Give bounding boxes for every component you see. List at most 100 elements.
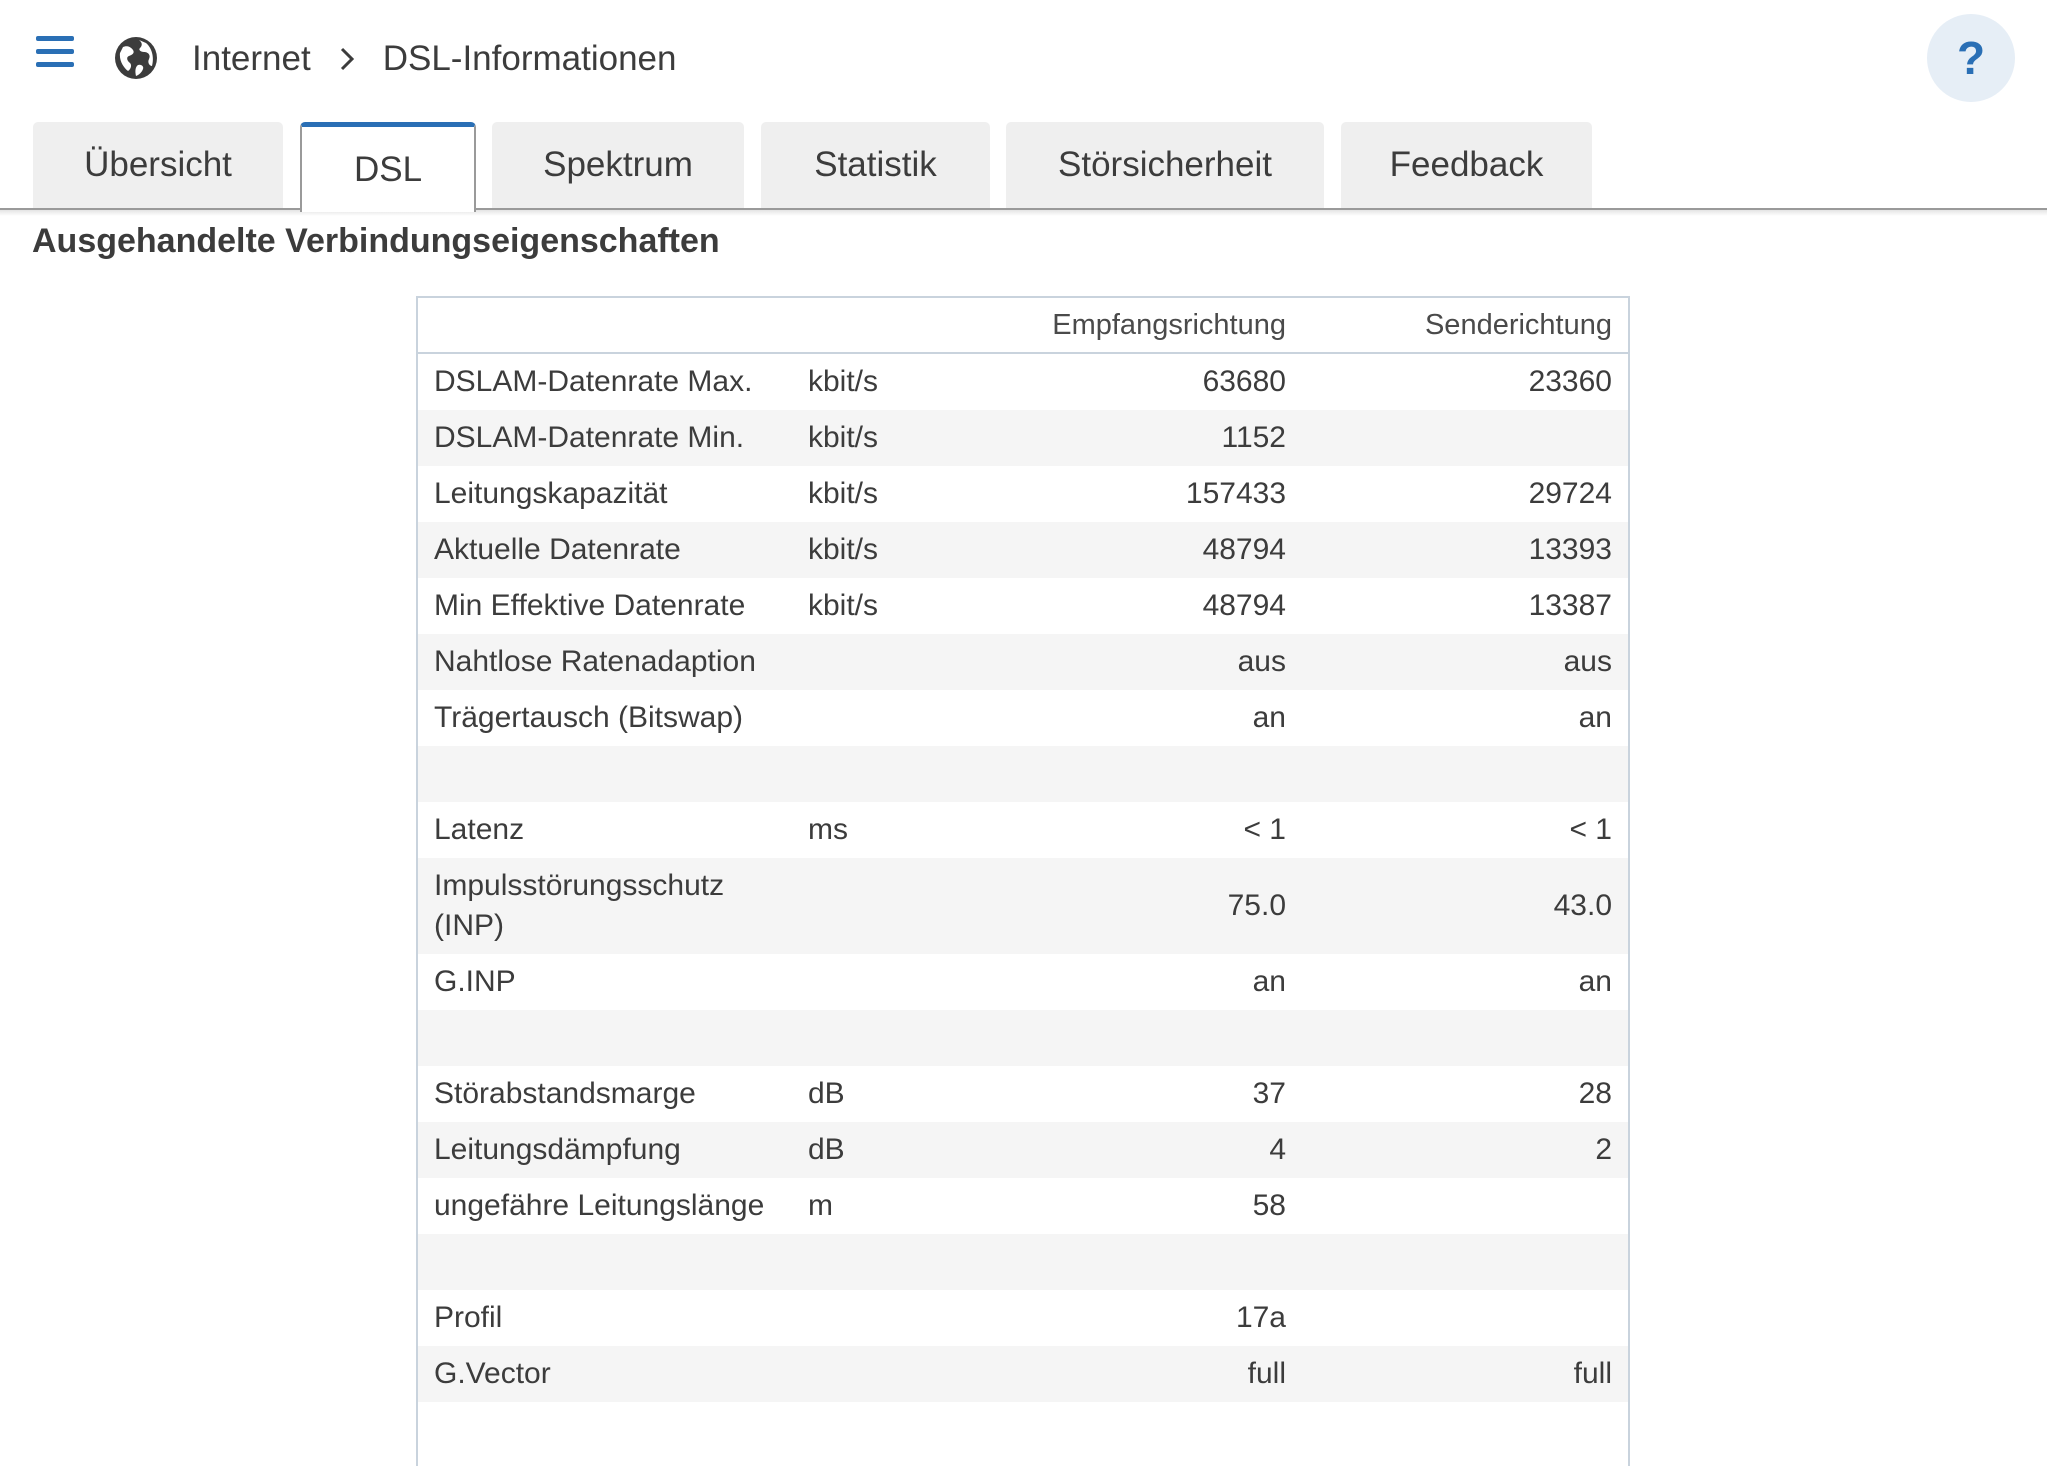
row-value-empfangsrichtung: 157433 <box>1185 477 1286 510</box>
row-unit: m <box>808 1189 833 1222</box>
row-value-senderichtung: an <box>1578 965 1612 998</box>
tab-bar: Übersicht DSL Spektrum Statistik Störsic… <box>0 118 2047 216</box>
row-unit <box>808 746 968 802</box>
table-row: Störabstandsmarge dB 37 28 <box>418 1066 1628 1122</box>
table-header-row: Empfangsrichtung Senderichtung <box>418 298 1628 354</box>
row-value-senderichtung: 28 <box>1578 1077 1612 1110</box>
row-unit: dB <box>808 1122 968 1178</box>
row-label: Profil <box>434 1301 503 1334</box>
table-row: Leitungsdämpfung dB 4 2 <box>418 1122 1628 1178</box>
row-unit <box>808 690 968 746</box>
row-value-empfangsrichtung: 1152 <box>968 410 1302 466</box>
row-label: Impulsstörungsschutz (INP) <box>418 858 808 954</box>
row-unit <box>808 954 968 1010</box>
row-label: Leitungsdämpfung <box>418 1122 808 1178</box>
table-row: Trägertausch (Bitswap) an an <box>418 690 1628 746</box>
row-value-empfangsrichtung: 4 <box>968 1122 1302 1178</box>
connection-properties-table: Empfangsrichtung Senderichtung DSLAM-Dat… <box>416 296 1630 1466</box>
section-title: Ausgehandelte Verbindungseigenschaften <box>32 222 720 260</box>
row-value-senderichtung <box>1302 1178 1628 1234</box>
tab-feedback[interactable]: Feedback <box>1341 122 1592 208</box>
row-label <box>418 746 808 802</box>
row-value-senderichtung: 43.0 <box>1302 858 1628 954</box>
row-unit <box>808 858 968 954</box>
table-row: ungefähre Leitungslänge m 58 <box>418 1178 1628 1234</box>
row-value-empfangsrichtung: 48794 <box>968 522 1302 578</box>
row-value-empfangsrichtung <box>968 1234 1302 1290</box>
row-label: Trägertausch (Bitswap) <box>434 701 743 734</box>
row-unit <box>808 634 968 690</box>
row-value-senderichtung <box>1302 1010 1628 1066</box>
row-label: G.Vector <box>418 1346 808 1402</box>
row-value-empfangsrichtung: aus <box>968 634 1302 690</box>
row-value-empfangsrichtung <box>968 1010 1302 1066</box>
row-unit: kbit/s <box>808 477 879 510</box>
table-row: Impulsstörungsschutz (INP) 75.0 43.0 <box>418 858 1628 954</box>
row-label <box>418 1234 808 1290</box>
row-value-senderichtung: aus <box>1302 634 1628 690</box>
row-value-senderichtung: an <box>1578 701 1612 734</box>
table-row: Aktuelle Datenrate kbit/s 48794 13393 <box>418 522 1628 578</box>
column-header-empfangsrichtung: Empfangsrichtung <box>968 298 1302 354</box>
row-value-senderichtung: 23360 <box>1528 365 1612 398</box>
help-button[interactable]: ? <box>1927 14 2015 102</box>
tab-statistik[interactable]: Statistik <box>761 122 990 208</box>
table-row: Latenz ms < 1 < 1 <box>418 802 1628 858</box>
column-header-label <box>418 298 808 354</box>
row-value-senderichtung: 2 <box>1302 1122 1628 1178</box>
row-label: Leitungskapazität <box>434 477 668 510</box>
row-unit: kbit/s <box>808 410 968 466</box>
row-label: Latenz <box>434 813 525 846</box>
header-bar: Internet DSL-Informationen ? <box>0 0 2047 118</box>
table-row: Min Effektive Datenrate kbit/s 48794 13387 <box>418 578 1628 634</box>
row-value-senderichtung: < 1 <box>1569 813 1612 846</box>
table-spacer-row <box>418 1010 1628 1066</box>
column-header-unit <box>808 298 968 354</box>
row-unit <box>808 1234 968 1290</box>
row-value-senderichtung <box>1302 1234 1628 1290</box>
breadcrumb-internet[interactable]: Internet <box>192 39 311 79</box>
row-value-senderichtung: full <box>1302 1346 1628 1402</box>
row-label <box>418 1010 808 1066</box>
row-unit: kbit/s <box>808 522 968 578</box>
row-label: ungefähre Leitungslänge <box>434 1189 765 1222</box>
row-value-senderichtung <box>1302 410 1628 466</box>
row-value-empfangsrichtung: 37 <box>1252 1077 1286 1110</box>
row-value-senderichtung: 13387 <box>1528 589 1612 622</box>
chevron-right-icon <box>340 47 354 71</box>
row-unit: ms <box>808 813 848 846</box>
table-spacer-row <box>418 746 1628 802</box>
tab-dsl[interactable]: DSL <box>300 122 476 212</box>
table-spacer-row <box>418 1234 1628 1290</box>
row-value-empfangsrichtung: an <box>1252 701 1286 734</box>
row-value-empfangsrichtung: full <box>968 1346 1302 1402</box>
row-value-empfangsrichtung: 75.0 <box>968 858 1302 954</box>
row-label: Aktuelle Datenrate <box>418 522 808 578</box>
row-label: Nahtlose Ratenadaption <box>418 634 808 690</box>
breadcrumb: Internet DSL-Informationen <box>192 34 676 84</box>
row-value-empfangsrichtung <box>968 746 1302 802</box>
tab-stoersicherheit[interactable]: Störsicherheit <box>1006 122 1324 208</box>
tab-uebersicht[interactable]: Übersicht <box>33 122 283 208</box>
row-value-senderichtung: 29724 <box>1528 477 1612 510</box>
row-label: DSLAM-Datenrate Min. <box>418 410 808 466</box>
row-label: Min Effektive Datenrate <box>434 589 746 622</box>
row-unit <box>808 1010 968 1066</box>
table-row: Leitungskapazität kbit/s 157433 29724 <box>418 466 1628 522</box>
table-row: Profil 17a <box>418 1290 1628 1346</box>
table-row: Nahtlose Ratenadaption aus aus <box>418 634 1628 690</box>
row-label: Störabstandsmarge <box>434 1077 696 1110</box>
row-unit: kbit/s <box>808 589 879 622</box>
row-unit: kbit/s <box>808 365 879 398</box>
hamburger-menu-icon[interactable] <box>36 36 74 68</box>
tab-spektrum[interactable]: Spektrum <box>492 122 744 208</box>
column-header-senderichtung: Senderichtung <box>1302 298 1628 354</box>
row-value-senderichtung <box>1302 1290 1628 1346</box>
row-unit <box>808 1346 968 1402</box>
table-row: G.INP an an <box>418 954 1628 1010</box>
row-value-senderichtung: 13393 <box>1302 522 1628 578</box>
row-value-empfangsrichtung: 17a <box>1235 1301 1286 1334</box>
row-value-empfangsrichtung: 48794 <box>1202 589 1286 622</box>
table-row: DSLAM-Datenrate Min. kbit/s 1152 <box>418 410 1628 466</box>
row-value-empfangsrichtung: < 1 <box>1243 813 1286 846</box>
